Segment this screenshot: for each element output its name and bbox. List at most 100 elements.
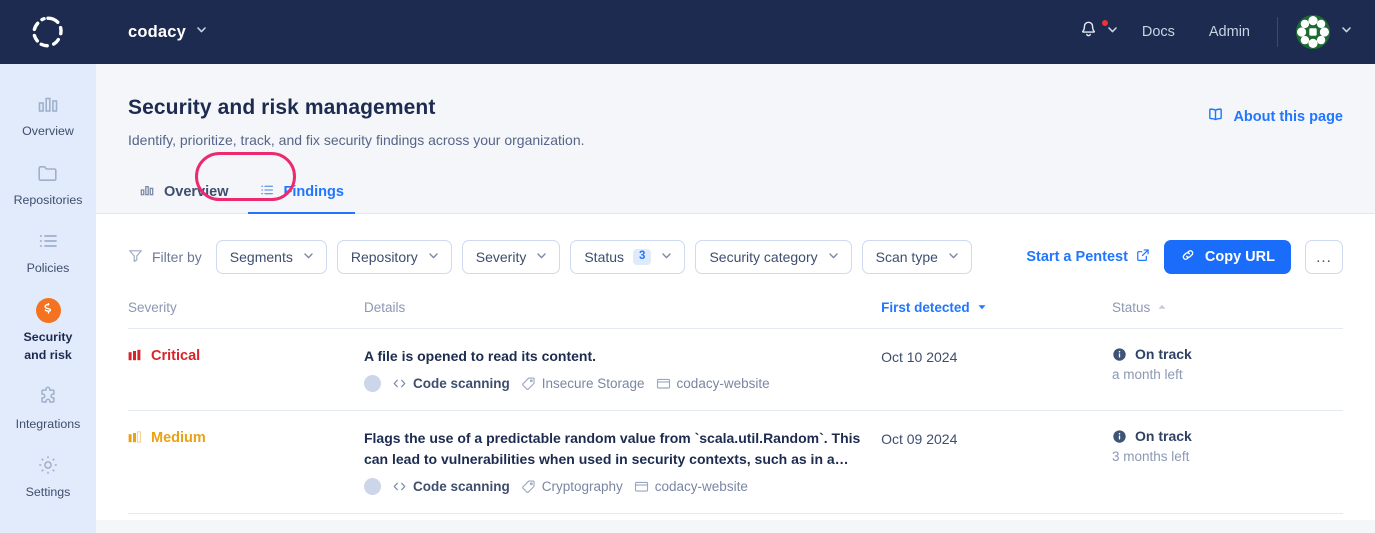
organization-picker[interactable]: codacy [128,23,208,42]
sidebar-item-overview[interactable]: Overview [0,82,96,151]
sidebar-item-label-line2: and risk [24,347,72,362]
status-sublabel: a month left [1112,367,1183,382]
finding-title[interactable]: Flags the use of a predictable random va… [364,428,881,469]
tab-overview[interactable]: Overview [128,174,240,214]
meta-security-category-label: Cryptography [541,478,623,494]
table-row[interactable]: Medium Flags the use of a predictable ra… [128,410,1343,514]
filter-dropdown-status[interactable]: Status 3 [570,240,686,274]
funnel-icon [128,248,143,266]
cell-details: A file is opened to read its content. Co… [363,328,882,412]
severity-badge-medium: Medium [128,428,364,446]
copy-url-button[interactable]: Copy URL [1163,240,1291,274]
sidebar-item-label: Overview [22,124,74,138]
chevron-down-icon [427,249,440,265]
page-subtitle: Identify, prioritize, track, and fix sec… [128,132,585,148]
sidebar-item-label-line1: Security [23,330,73,345]
folder-icon [36,160,60,186]
codacy-logo-link[interactable] [0,15,96,49]
sidebar-item-settings[interactable]: Settings [0,443,96,512]
column-header-severity[interactable]: Severity [128,300,364,329]
folder-icon [656,376,671,391]
primary-sidebar: Overview Repositories Policies Security … [0,64,96,533]
about-this-page-label: About this page [1233,108,1343,125]
finding-meta: Code scanning [363,477,881,495]
cell-status: On track a month left [1112,328,1343,412]
chevron-down-icon [195,23,208,41]
nav-link-docs[interactable]: Docs [1125,0,1192,64]
pentest-label: Start a Pentest [1026,249,1128,265]
list-icon [36,228,60,254]
column-header-status[interactable]: Status [1112,300,1343,329]
cell-first-detected: Oct 09 2024 [881,410,1113,514]
filter-label: Security category [709,249,818,265]
column-label: First detected [881,300,970,315]
meta-security-category-label: Insecure Storage [541,376,645,392]
severity-badge-critical: Critical [128,346,364,364]
cell-severity: Medium [128,410,364,514]
filter-dropdown-security-category[interactable]: Security category [695,240,852,274]
column-header-first-detected[interactable]: First detected [881,300,1113,329]
info-circle-icon [1112,429,1127,444]
sidebar-item-repositories[interactable]: Repositories [0,151,96,220]
about-this-page-link[interactable]: About this page [1207,106,1343,127]
finding-title[interactable]: A file is opened to read its content. [364,346,881,366]
filter-dropdown-segments[interactable]: Segments [215,240,327,274]
table-row[interactable]: Critical A file is opened to read its co… [128,328,1343,412]
first-detected-value: Oct 09 2024 [881,431,958,448]
start-a-pentest-link[interactable]: Start a Pentest [1026,248,1150,266]
folder-icon [634,479,649,494]
assignee-avatar-icon[interactable] [363,375,381,393]
tab-findings[interactable]: Findings [247,174,355,214]
meta-scan-type: Code scanning [392,479,510,494]
caret-down-icon [977,300,987,315]
cell-severity: Critical [128,328,364,412]
status-badge: On track [1112,428,1343,444]
organization-name: codacy [128,22,187,41]
nav-link-admin[interactable]: Admin [1192,0,1267,64]
sidebar-item-label: Settings [25,485,71,500]
book-icon [1207,106,1224,127]
chevron-down-icon [827,249,840,265]
filter-dropdown-severity[interactable]: Severity [461,240,561,274]
user-menu[interactable] [1288,15,1353,49]
notification-dot [1100,19,1109,27]
filter-label: Segments [229,249,293,265]
chevron-down-icon [660,249,673,265]
main-content: Security and risk management Identify, p… [96,64,1375,533]
filter-dropdown-repository[interactable]: Repository [336,240,452,274]
bar-chart-icon [36,91,60,117]
severity-bars-icon [128,431,142,445]
nav-divider [1277,17,1278,47]
sidebar-item-security-and-risk[interactable]: Security and risk [0,288,96,374]
column-header-details[interactable]: Details [363,300,882,329]
meta-scan-type-label: Code scanning [412,376,510,392]
sidebar-item-label: Repositories [13,192,83,207]
external-link-icon [1136,248,1150,266]
puzzle-icon [36,384,60,410]
finding-meta: Code scanning [363,375,881,393]
meta-repository: codacy-website [656,376,770,391]
meta-scan-type-label: Code scanning [412,478,510,494]
first-detected-value: Oct 10 2024 [881,349,958,365]
filter-dropdown-scan-type[interactable]: Scan type [861,240,972,274]
filter-label: Severity [475,249,527,265]
filter-bar: Filter by Segments Repository Severity S… [128,214,1343,274]
codacy-logo-icon [31,15,65,49]
severity-label: Critical [151,348,201,364]
status-sublabel: 3 months left [1112,449,1190,465]
sidebar-item-policies[interactable]: Policies [0,219,96,288]
filter-label: Repository [350,249,418,265]
notifications-button[interactable] [1073,19,1125,44]
assignee-avatar-icon[interactable] [363,477,381,495]
bell-icon [1079,20,1098,44]
status-label: On track [1135,346,1192,362]
severity-bars-icon [128,349,142,363]
more-options-button[interactable]: ... [1305,240,1343,274]
sidebar-item-integrations[interactable]: Integrations [0,375,96,444]
top-nav-right-group: Docs Admin [1073,0,1375,64]
chevron-down-icon [947,249,960,265]
tab-label: Findings [283,184,344,200]
code-brackets-icon [392,479,407,494]
meta-scan-type: Code scanning [392,376,510,391]
cell-first-detected: Oct 10 2024 [881,328,1113,412]
